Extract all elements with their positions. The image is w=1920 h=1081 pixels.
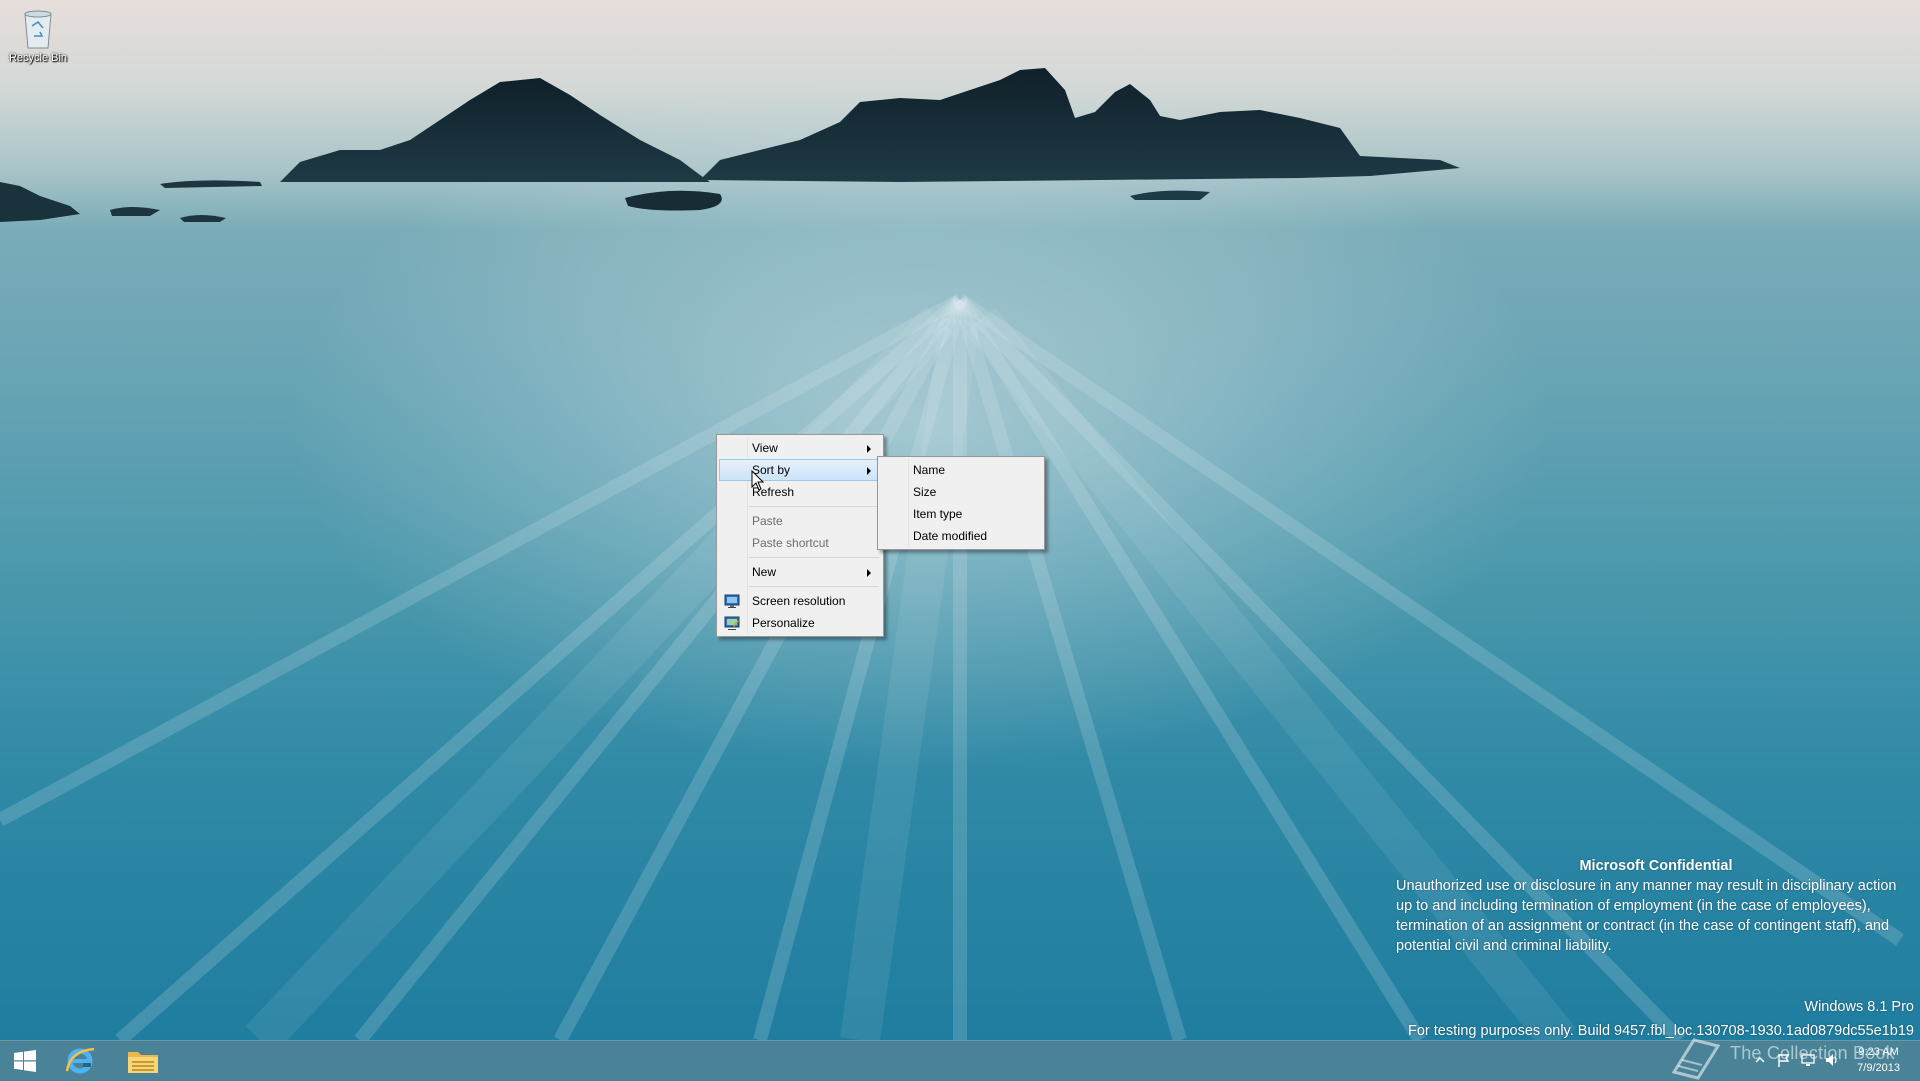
start-button[interactable] <box>0 1041 50 1081</box>
file-explorer-button[interactable] <box>118 1041 168 1081</box>
confidential-watermark: Microsoft Confidential Unauthorized use … <box>1396 856 1916 956</box>
menu-separator <box>749 586 879 587</box>
network-icon[interactable] <box>1800 1052 1816 1068</box>
windows-edition: Windows 8.1 Pro <box>1804 999 1914 1015</box>
clock-date: 7/9/2013 <box>1857 1062 1900 1074</box>
taskbar <box>0 1040 1920 1081</box>
menu-item-label: Paste shortcut <box>752 536 829 550</box>
menu-item-label: Item type <box>913 507 963 521</box>
recycle-bin-label: Recycle Bin <box>8 52 68 64</box>
sort-by-size[interactable]: Size <box>880 481 1042 503</box>
menu-item-label: Screen resolution <box>752 594 846 608</box>
action-center-flag-icon[interactable] <box>1776 1052 1792 1068</box>
watermark-title: Microsoft Confidential <box>1579 858 1733 874</box>
submenu-arrow-icon <box>867 445 871 453</box>
menu-item-label: Name <box>913 463 946 477</box>
show-hidden-icons-icon[interactable] <box>1752 1052 1768 1068</box>
recycle-bin-shortcut[interactable]: Recycle Bin <box>4 6 72 64</box>
sort-by-name[interactable]: Name <box>880 459 1042 481</box>
sort-by-submenu: Name Size Item type Date modified <box>877 456 1045 550</box>
menu-item-refresh[interactable]: Refresh <box>719 481 881 503</box>
folder-icon <box>128 1052 158 1073</box>
menu-item-screen-resolution[interactable]: Screen resolution <box>719 590 881 612</box>
menu-item-new[interactable]: New <box>719 561 881 583</box>
menu-separator <box>749 557 879 558</box>
internet-explorer-icon <box>65 1047 95 1074</box>
watermark-body: Unauthorized use or disclosure in any ma… <box>1396 878 1897 954</box>
clock-time: 9:23 AM <box>1858 1046 1899 1058</box>
menu-item-paste-shortcut[interactable]: Paste shortcut <box>719 532 881 554</box>
submenu-arrow-icon <box>867 467 871 475</box>
menu-item-label: Size <box>913 485 937 499</box>
mouse-cursor-icon <box>751 470 765 491</box>
menu-item-view[interactable]: View <box>719 437 881 459</box>
menu-item-label: View <box>752 441 778 455</box>
volume-icon[interactable] <box>1824 1052 1840 1068</box>
menu-item-paste[interactable]: Paste <box>719 510 881 532</box>
personalize-icon <box>724 616 740 630</box>
desktop-context-menu: View Sort by Refresh Paste Paste shortcu… <box>716 434 884 637</box>
menu-item-label: Personalize <box>752 616 815 630</box>
sort-by-date-modified[interactable]: Date modified <box>880 525 1042 547</box>
menu-item-label: Paste <box>752 514 783 528</box>
internet-explorer-button[interactable] <box>55 1041 105 1081</box>
menu-separator <box>749 506 879 507</box>
windows-logo-icon <box>14 1050 36 1072</box>
menu-item-label: Date modified <box>913 529 988 543</box>
build-info: Windows 8.1 Pro For testing purposes onl… <box>1408 995 1914 1040</box>
display-icon <box>724 594 740 608</box>
submenu-arrow-icon <box>867 569 871 577</box>
menu-item-sort-by[interactable]: Sort by <box>719 459 881 481</box>
taskbar-clock[interactable]: 9:23 AM 7/9/2013 <box>1857 1044 1900 1076</box>
recycle-bin-icon <box>24 10 52 49</box>
menu-item-personalize[interactable]: Personalize <box>719 612 881 634</box>
build-string: For testing purposes only. Build 9457.fb… <box>1408 1023 1914 1039</box>
collection-book-logo-icon <box>1671 1038 1721 1080</box>
menu-item-label: New <box>752 565 777 579</box>
sort-by-item-type[interactable]: Item type <box>880 503 1042 525</box>
